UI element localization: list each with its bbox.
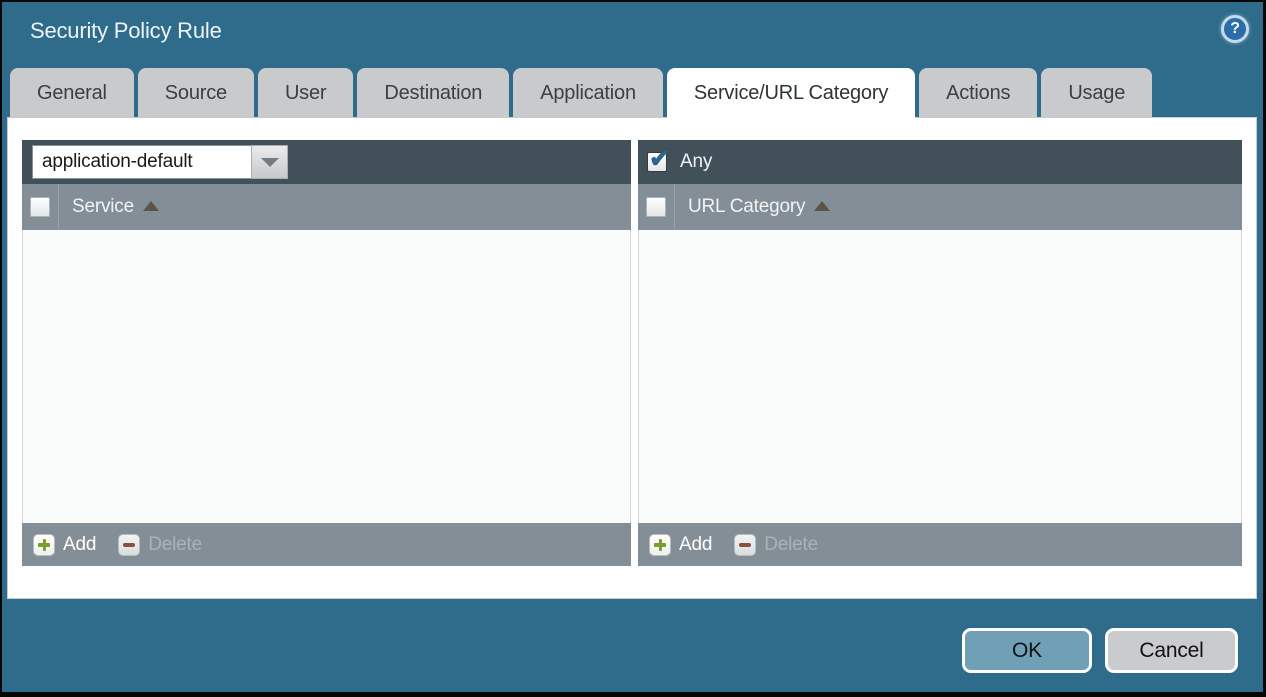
service-panel: Service Add Delete [22, 140, 631, 566]
delete-icon [118, 534, 140, 556]
ok-button[interactable]: OK [962, 628, 1092, 673]
url-category-toolbar: Any [638, 140, 1242, 184]
cancel-button[interactable]: Cancel [1105, 628, 1238, 673]
service-type-dropdown-button[interactable] [251, 145, 288, 179]
sort-ascending-icon [814, 201, 830, 211]
add-button-label: Add [679, 534, 712, 556]
help-glyph: ? [1230, 20, 1240, 38]
service-type-input[interactable] [32, 145, 251, 179]
service-grid-footer: Add Delete [22, 523, 631, 566]
delete-icon [734, 534, 756, 556]
delete-button-label: Delete [764, 534, 818, 556]
help-icon[interactable]: ? [1221, 15, 1249, 43]
tab-usage[interactable]: Usage [1041, 68, 1152, 118]
service-table-body [22, 230, 631, 523]
tab-bar: General Source User Destination Applicat… [10, 68, 1152, 118]
add-button-label: Add [63, 534, 96, 556]
any-checkbox[interactable] [647, 152, 667, 172]
url-category-panel: Any URL Category Add Delete [638, 140, 1242, 566]
service-grid-header: Service [22, 184, 631, 230]
service-column-label: Service [72, 196, 134, 218]
any-checkbox-group: Any [647, 151, 712, 173]
tab-source[interactable]: Source [138, 68, 254, 118]
url-category-select-all-checkbox[interactable] [646, 197, 666, 217]
tab-actions[interactable]: Actions [919, 68, 1037, 118]
service-select-all-cell [22, 184, 59, 230]
tab-user[interactable]: User [258, 68, 353, 118]
delete-button-label: Delete [148, 534, 202, 556]
url-category-grid-header: URL Category [638, 184, 1242, 230]
service-add-button[interactable]: Add [33, 534, 96, 556]
url-category-column-label: URL Category [688, 196, 805, 218]
tab-destination[interactable]: Destination [357, 68, 509, 118]
service-column-header[interactable]: Service [72, 196, 159, 218]
tab-general[interactable]: General [10, 68, 134, 118]
service-type-dropdown [32, 145, 288, 179]
service-delete-button[interactable]: Delete [118, 534, 202, 556]
url-category-column-header[interactable]: URL Category [688, 196, 830, 218]
url-category-grid-footer: Add Delete [638, 523, 1242, 566]
tab-application[interactable]: Application [513, 68, 663, 118]
sort-ascending-icon [143, 201, 159, 211]
tab-service-url-category[interactable]: Service/URL Category [667, 68, 915, 118]
chevron-down-icon [261, 158, 279, 167]
any-label: Any [680, 151, 712, 173]
add-icon [649, 534, 671, 556]
url-category-delete-button[interactable]: Delete [734, 534, 818, 556]
page-title: Security Policy Rule [30, 18, 222, 44]
service-toolbar [22, 140, 631, 184]
url-category-table-body [638, 230, 1242, 523]
service-select-all-checkbox[interactable] [30, 197, 50, 217]
url-category-add-button[interactable]: Add [649, 534, 712, 556]
add-icon [33, 534, 55, 556]
url-category-select-all-cell [638, 184, 675, 230]
tab-content-area: Service Add Delete Any [8, 118, 1256, 598]
